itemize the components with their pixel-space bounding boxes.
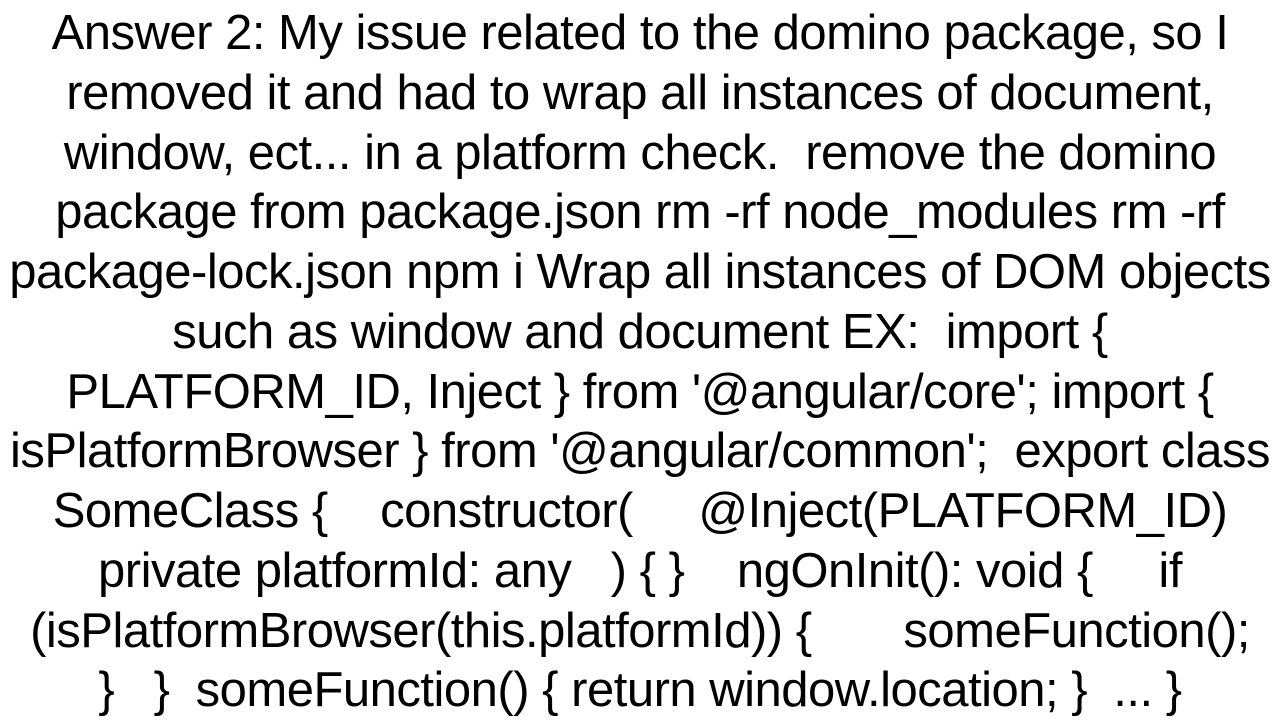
answer-text: Answer 2: My issue related to the domino…	[0, 0, 1280, 725]
